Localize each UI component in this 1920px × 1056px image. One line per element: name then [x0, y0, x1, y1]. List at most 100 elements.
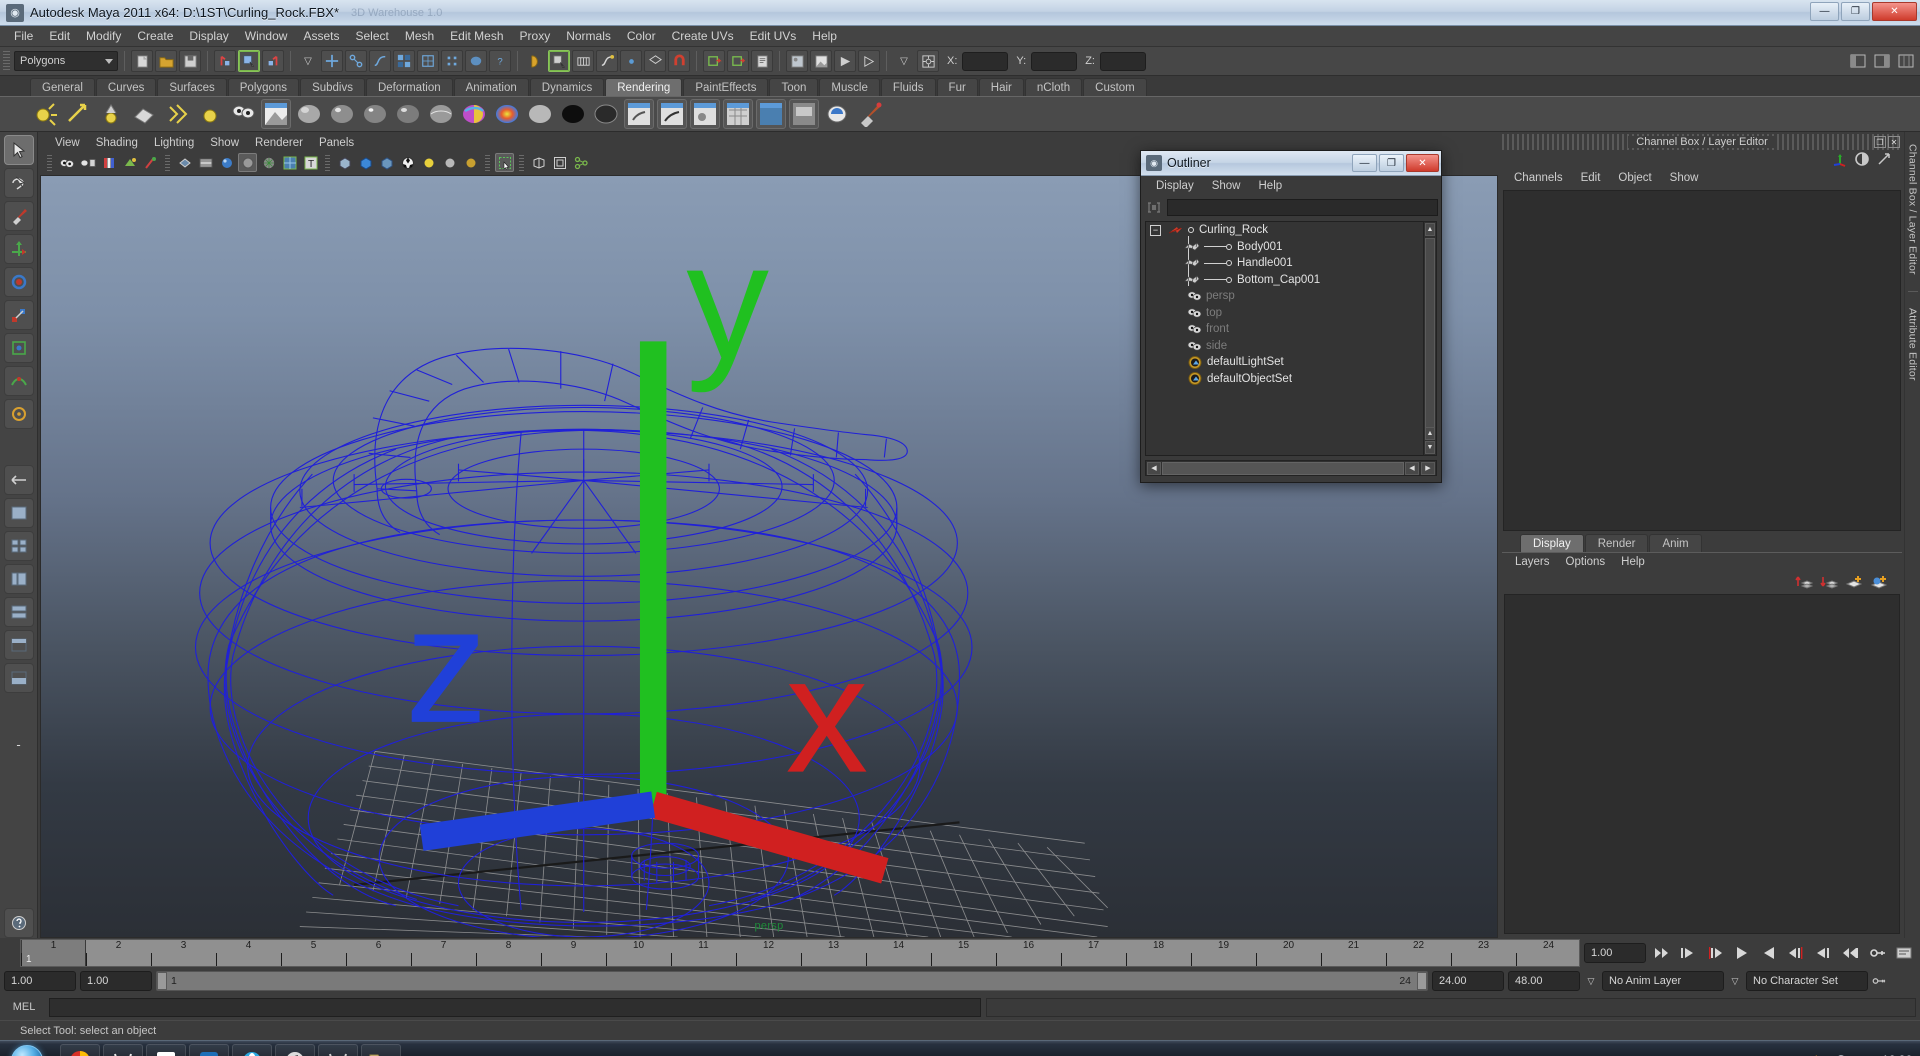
menu-color[interactable]: Color	[619, 26, 664, 47]
outliner-item-bottom-cap001[interactable]: Bottom_Cap001	[1146, 272, 1436, 289]
lasso-tool-button[interactable]	[3, 168, 34, 198]
outliner-menu-show[interactable]: Show	[1203, 180, 1250, 192]
render-flags-button[interactable]	[834, 50, 856, 72]
area-light-icon[interactable]	[129, 99, 159, 129]
shelf-tab-polygons[interactable]: Polygons	[227, 78, 300, 96]
render-region-icon[interactable]	[756, 99, 786, 129]
outliner-item-default-object-set[interactable]: defaultObjectSet	[1146, 371, 1436, 388]
help-line-toggle-button[interactable]	[3, 908, 34, 938]
character-set-dropdown[interactable]: No Character Set	[1746, 971, 1868, 991]
shelf-tab-custom[interactable]: Custom	[1083, 78, 1147, 96]
channel-menu-channels[interactable]: Channels	[1506, 172, 1571, 184]
outliner-window[interactable]: ◉ Outliner — ❐ ✕ Display Show Help − Cur…	[1140, 150, 1442, 483]
redo-button[interactable]	[262, 50, 284, 72]
go-to-end-button[interactable]	[1838, 942, 1862, 964]
volume-light-icon[interactable]	[162, 99, 192, 129]
render-settings-shelf-icon[interactable]	[789, 99, 819, 129]
coord-y-input[interactable]	[1031, 51, 1078, 71]
four-view-layout-button[interactable]	[3, 531, 34, 561]
ipr-render-button[interactable]	[727, 50, 749, 72]
lambert-material-icon[interactable]	[294, 99, 324, 129]
panel-restore-button[interactable]: ❐	[1874, 136, 1886, 148]
outliner-item-side[interactable]: side	[1146, 338, 1436, 355]
channel-menu-edit[interactable]: Edit	[1573, 172, 1609, 184]
taskbar-photoshop-icon[interactable]: Ps	[189, 1043, 229, 1056]
select-by-object-type-button[interactable]	[238, 50, 260, 72]
scroll-left-icon[interactable]: ◀	[1147, 461, 1161, 475]
play-forwards-button[interactable]	[1757, 942, 1781, 964]
batch-render-button[interactable]	[858, 50, 880, 72]
menu-edit[interactable]: Edit	[41, 26, 78, 47]
outliner-item-handle001[interactable]: Handle001	[1146, 255, 1436, 272]
show-hide-sidebar-icon[interactable]	[1847, 50, 1869, 72]
render-settings-button[interactable]	[751, 50, 773, 72]
playback-start-time-field[interactable]: 1.00	[80, 971, 152, 991]
persp-outliner-layout-button[interactable]	[3, 564, 34, 594]
mel-command-input[interactable]	[49, 997, 981, 1017]
range-slider-right-handle[interactable]	[1417, 972, 1427, 990]
new-scene-button[interactable]	[131, 50, 153, 72]
shelf-tab-hair[interactable]: Hair	[978, 78, 1024, 96]
select-camera-icon[interactable]	[57, 153, 76, 172]
anisotropic-material-icon[interactable]	[426, 99, 456, 129]
outliner-horizontal-scrollbar[interactable]: ◀ ◀ ▶	[1145, 460, 1437, 476]
shelf-tab-curves[interactable]: Curves	[95, 78, 157, 96]
channel-box-list[interactable]	[1503, 190, 1901, 531]
move-tool-button[interactable]	[3, 234, 34, 264]
absolute-transform-toggle[interactable]	[917, 50, 939, 72]
use-all-lights-icon[interactable]: T	[301, 153, 320, 172]
taskbar-folder-icon[interactable]	[361, 1043, 401, 1056]
layer-menu-help[interactable]: Help	[1614, 556, 1652, 568]
viewport-menu-show[interactable]: Show	[203, 134, 246, 152]
bookmark-icon[interactable]	[99, 153, 118, 172]
scroll-right-icon-1[interactable]: ◀	[1405, 461, 1419, 475]
outliner-maximize-button[interactable]: ❐	[1379, 154, 1404, 172]
outliner-tree[interactable]: − Curling_Rock Body001 Handle001 Bottom_…	[1145, 221, 1437, 456]
menu-window[interactable]: Window	[237, 26, 296, 47]
menu-create[interactable]: Create	[129, 26, 181, 47]
open-scene-button[interactable]	[155, 50, 177, 72]
channel-menu-show[interactable]: Show	[1662, 172, 1707, 184]
menu-normals[interactable]: Normals	[558, 26, 619, 47]
hypershade-button[interactable]	[786, 50, 808, 72]
rotate-tool-button[interactable]	[3, 267, 34, 297]
shelf-tab-muscle[interactable]: Muscle	[819, 78, 880, 96]
scrollbar-thumb[interactable]	[1425, 238, 1435, 428]
shelf-tab-fur[interactable]: Fur	[936, 78, 978, 96]
shelf-tab-dynamics[interactable]: Dynamics	[529, 78, 605, 96]
step-forward-frame-button[interactable]	[1784, 942, 1808, 964]
menu-help[interactable]: Help	[804, 26, 845, 47]
layer-tab-anim[interactable]: Anim	[1649, 533, 1702, 552]
shelf-tab-surfaces[interactable]: Surfaces	[157, 78, 227, 96]
taskbar-chrome-icon[interactable]	[60, 1043, 100, 1056]
blinn-material-icon[interactable]	[327, 99, 357, 129]
manipulator-axis-icon[interactable]	[1832, 151, 1848, 167]
viewport-menu-view[interactable]: View	[48, 134, 87, 152]
shelf-tab-painteffects[interactable]: PaintEffects	[683, 78, 769, 96]
coord-x-input[interactable]	[962, 51, 1009, 71]
flat-shade-icon[interactable]	[238, 153, 257, 172]
outliner-menu-display[interactable]: Display	[1147, 180, 1203, 192]
step-back-frame-button[interactable]	[1703, 942, 1727, 964]
show-hide-attribute-editor-icon[interactable]	[1871, 50, 1893, 72]
image-plane-icon[interactable]	[120, 153, 139, 172]
outliner-search-input[interactable]	[1167, 198, 1438, 216]
panel-close-button[interactable]: ✕	[1888, 136, 1900, 148]
menu-display[interactable]: Display	[181, 26, 236, 47]
universal-manipulator-button[interactable]	[3, 333, 34, 363]
shelf-tab-deformation[interactable]: Deformation	[365, 78, 453, 96]
new-layer-from-selection-icon[interactable]	[1870, 574, 1888, 590]
spot-light-icon[interactable]	[96, 99, 126, 129]
scroll-down-icon[interactable]: ▼	[1425, 441, 1435, 454]
wireframe-shading-icon[interactable]	[175, 153, 194, 172]
ambient-light-icon[interactable]	[195, 99, 225, 129]
snap-to-curve-button[interactable]	[572, 50, 594, 72]
directional-light-icon[interactable]	[63, 99, 93, 129]
layer-menu-layers[interactable]: Layers	[1508, 556, 1557, 568]
film-gate-icon[interactable]	[550, 153, 569, 172]
texture-placement-icon[interactable]	[723, 99, 753, 129]
soft-modification-tool-button[interactable]	[3, 366, 34, 396]
time-slider[interactable]: 1 1 2 3 4 5 6 7 8 9 10 11 12 13 14 15 16 17 18 19 20 21 22 23 2…	[20, 939, 1580, 967]
transform-field-collapse-icon[interactable]: ▽	[893, 50, 915, 72]
magnet-point-button[interactable]	[620, 50, 642, 72]
